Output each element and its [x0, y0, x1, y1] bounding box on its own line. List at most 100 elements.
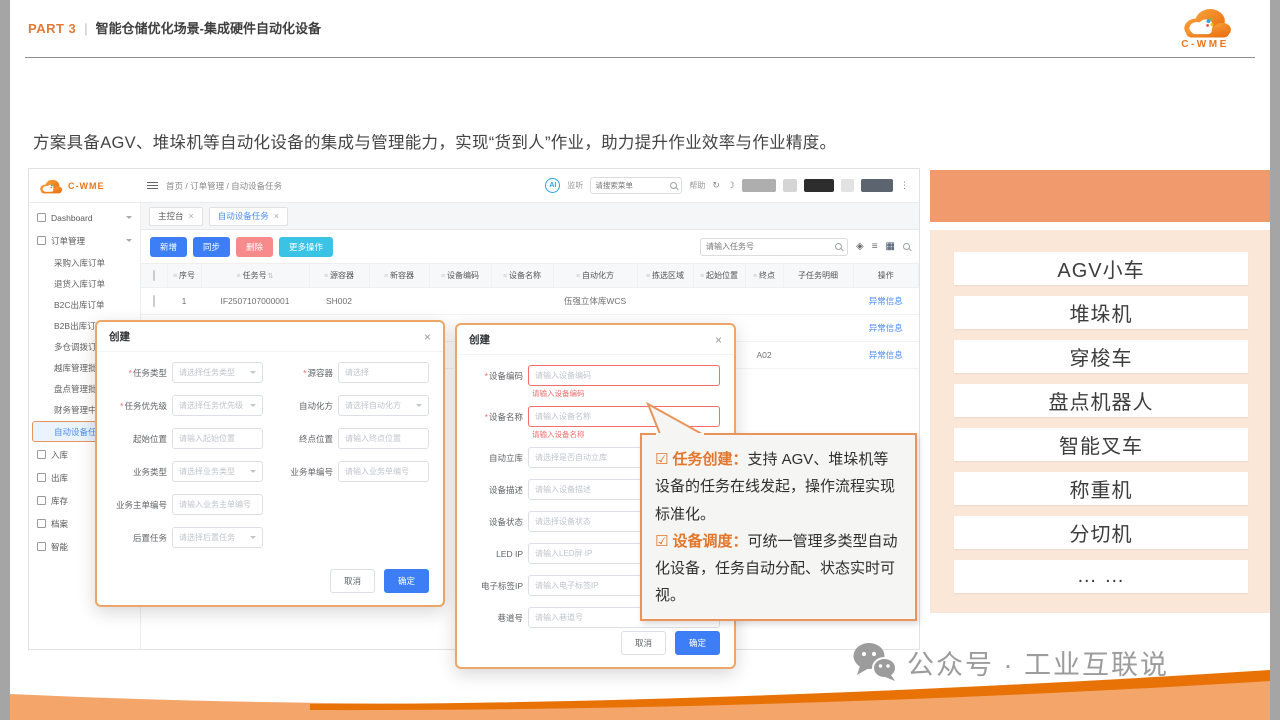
col-automation-party: 自动化方 [582, 271, 614, 280]
device-code-input[interactable] [535, 371, 713, 380]
sidebar-item-purchase-inbound[interactable]: 采购入库订单 [29, 252, 140, 273]
topbar-right: AI 监听 帮助 ↻ ☽ ⋮ [545, 177, 909, 194]
header-divider [25, 57, 1255, 58]
drag-handle-icon: ≡ [441, 273, 445, 280]
ai-badge-icon[interactable]: AI [545, 178, 560, 193]
help-link[interactable]: 帮助 [689, 180, 705, 191]
drag-handle-icon: ≡ [237, 273, 241, 280]
cloud-logo-icon [37, 177, 63, 195]
col-device-code: 设备编码 [447, 271, 479, 280]
sidebar-item-return-inbound[interactable]: 退货入库订单 [29, 273, 140, 294]
close-icon[interactable]: × [189, 212, 194, 221]
col-seq: 序号 [179, 271, 195, 280]
ai-label: 监听 [567, 180, 583, 191]
modal-title: 创建 [109, 329, 130, 344]
tab-console[interactable]: 主控台 × [149, 207, 203, 226]
redacted-block [861, 179, 893, 192]
task-priority-select[interactable]: 请选择任务优先级 [172, 395, 263, 416]
field-end-position: 终点位置 [277, 428, 429, 449]
confirm-button[interactable]: 确定 [384, 569, 429, 593]
tab-auto-device-task[interactable]: 自动设备任务 × [209, 207, 288, 226]
app-brand-text: C-WME [68, 181, 105, 191]
search-icon[interactable] [903, 243, 910, 250]
search-icon [670, 182, 677, 189]
part-label: PART 3 [28, 21, 76, 36]
col-new-container: 新容器 [390, 271, 414, 280]
col-end-pos: 终点 [759, 271, 775, 280]
watermark: 公众号 · 工业互联说 [852, 642, 1169, 682]
sidebar-item-dashboard[interactable]: Dashboard [29, 206, 140, 229]
col-pick-zone: 拣选区域 [652, 271, 684, 280]
breadcrumb[interactable]: 首页 / 订单管理 / 自动设备任务 [166, 180, 282, 192]
chevron-down-icon [126, 216, 132, 219]
task-search-input[interactable] [706, 242, 832, 251]
row-checkbox[interactable] [153, 295, 155, 307]
business-main-no-input[interactable] [179, 500, 256, 509]
annotation-callout: ☑任务创建：支持 AGV、堆垛机等设备的任务在线发起，操作流程实现标准化。 ☑设… [640, 433, 917, 621]
error-info-link[interactable]: 异常信息 [869, 296, 903, 306]
sync-button[interactable]: 同步 [193, 237, 230, 257]
table-row: 1 IF2507107000001 SH002 伍强立体库WCS 异常信息 [141, 288, 919, 315]
letterbox-right [1270, 0, 1280, 720]
menu-search-box [590, 177, 682, 194]
business-order-no-input[interactable] [345, 467, 422, 476]
slide-description: 方案具备AGV、堆垛机等自动化设备的集成与管理能力，实现“货到人”作业，助力提升… [33, 129, 836, 153]
table-header-row: ≡序号 ≡任务号⇅ ≡源容器 ≡新容器 ≡设备编码 ≡设备名称 ≡自动化方 ≡拣… [141, 264, 919, 288]
drag-handle-icon: ≡ [324, 273, 328, 280]
source-container-input[interactable] [345, 368, 422, 377]
dark-mode-icon[interactable]: ☽ [727, 180, 735, 191]
close-icon[interactable]: × [424, 331, 431, 343]
field-post-task: 后置任务 请选择后置任务 [111, 527, 263, 548]
confirm-button[interactable]: 确定 [675, 631, 720, 655]
field-task-priority: *任务优先级 请选择任务优先级 [111, 395, 263, 416]
close-icon[interactable]: × [274, 212, 279, 221]
refresh-icon[interactable]: ↻ [712, 180, 720, 191]
start-position-input[interactable] [179, 434, 256, 443]
device-card-stacker: 堆垛机 [954, 296, 1248, 329]
device-card-slitter: 分切机 [954, 516, 1248, 549]
error-info-link[interactable]: 异常信息 [869, 350, 903, 360]
callout-tail [646, 402, 704, 436]
callout-line-1: ☑任务创建：支持 AGV、堆垛机等设备的任务在线发起，操作流程实现标准化。 [655, 446, 902, 528]
automation-party-select[interactable]: 请选择自动化方 [338, 395, 429, 416]
columns-icon[interactable]: ▦ [886, 242, 895, 252]
cancel-button[interactable]: 取消 [330, 569, 375, 593]
hamburger-icon[interactable] [147, 182, 158, 189]
chevron-down-icon [250, 404, 256, 407]
drag-handle-icon: ≡ [646, 273, 650, 280]
sidebar-item-orders[interactable]: 订单管理 [29, 229, 140, 252]
close-icon[interactable]: × [715, 334, 722, 346]
header-separator: | [84, 21, 87, 36]
modal-title: 创建 [469, 332, 490, 347]
business-type-select[interactable]: 请选择业务类型 [172, 461, 263, 482]
col-task-no: 任务号 [243, 271, 267, 280]
more-actions-button[interactable]: 更多操作 [279, 237, 333, 257]
delete-button[interactable]: 删除 [236, 237, 273, 257]
post-task-select[interactable]: 请选择后置任务 [172, 527, 263, 548]
list-view-icon[interactable]: ≡ [872, 242, 878, 252]
search-icon [835, 243, 842, 250]
letterbox-left [0, 0, 10, 720]
archive-icon [37, 519, 46, 528]
chevron-down-icon [416, 404, 422, 407]
add-button[interactable]: 新增 [150, 237, 187, 257]
task-type-select[interactable]: 请选择任务类型 [172, 362, 263, 383]
sidebar-item-b2c-outbound[interactable]: B2C出库订单 [29, 294, 140, 315]
drag-handle-icon: ≡ [503, 273, 507, 280]
more-menu-icon[interactable]: ⋮ [900, 180, 909, 191]
orders-icon [37, 236, 46, 245]
chevron-down-icon [250, 371, 256, 374]
select-all-checkbox[interactable] [153, 270, 155, 281]
menu-search-input[interactable] [595, 181, 667, 190]
field-device-code: *设备编码 [471, 365, 720, 386]
col-actions: 操作 [878, 271, 894, 280]
field-task-type: *任务类型 请选择任务类型 [111, 362, 263, 383]
callout-line-2: ☑设备调度：可统一管理多类型自动化设备，任务自动分配、状态实时可视。 [655, 528, 902, 610]
error-info-link[interactable]: 异常信息 [869, 323, 903, 333]
end-position-input[interactable] [345, 434, 422, 443]
cancel-button[interactable]: 取消 [621, 631, 666, 655]
filter-icon[interactable]: ◈ [856, 242, 864, 252]
drag-handle-icon: ≡ [384, 273, 388, 280]
chevron-down-icon [250, 470, 256, 473]
app-logo: C-WME [37, 177, 139, 195]
